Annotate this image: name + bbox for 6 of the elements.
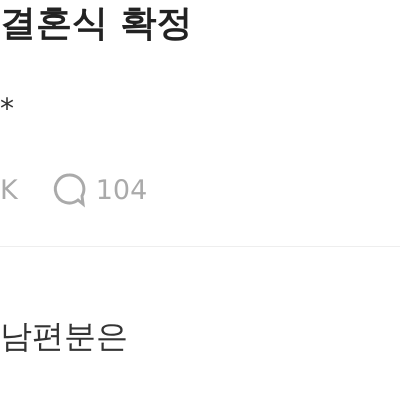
- author-name: *: [0, 94, 14, 124]
- comment-count: 104: [96, 174, 148, 206]
- comment-icon: [52, 172, 86, 208]
- post-body: 남편분은: [0, 316, 128, 357]
- post-title: 결혼식 확정: [0, 2, 194, 46]
- like-count: K: [0, 174, 18, 206]
